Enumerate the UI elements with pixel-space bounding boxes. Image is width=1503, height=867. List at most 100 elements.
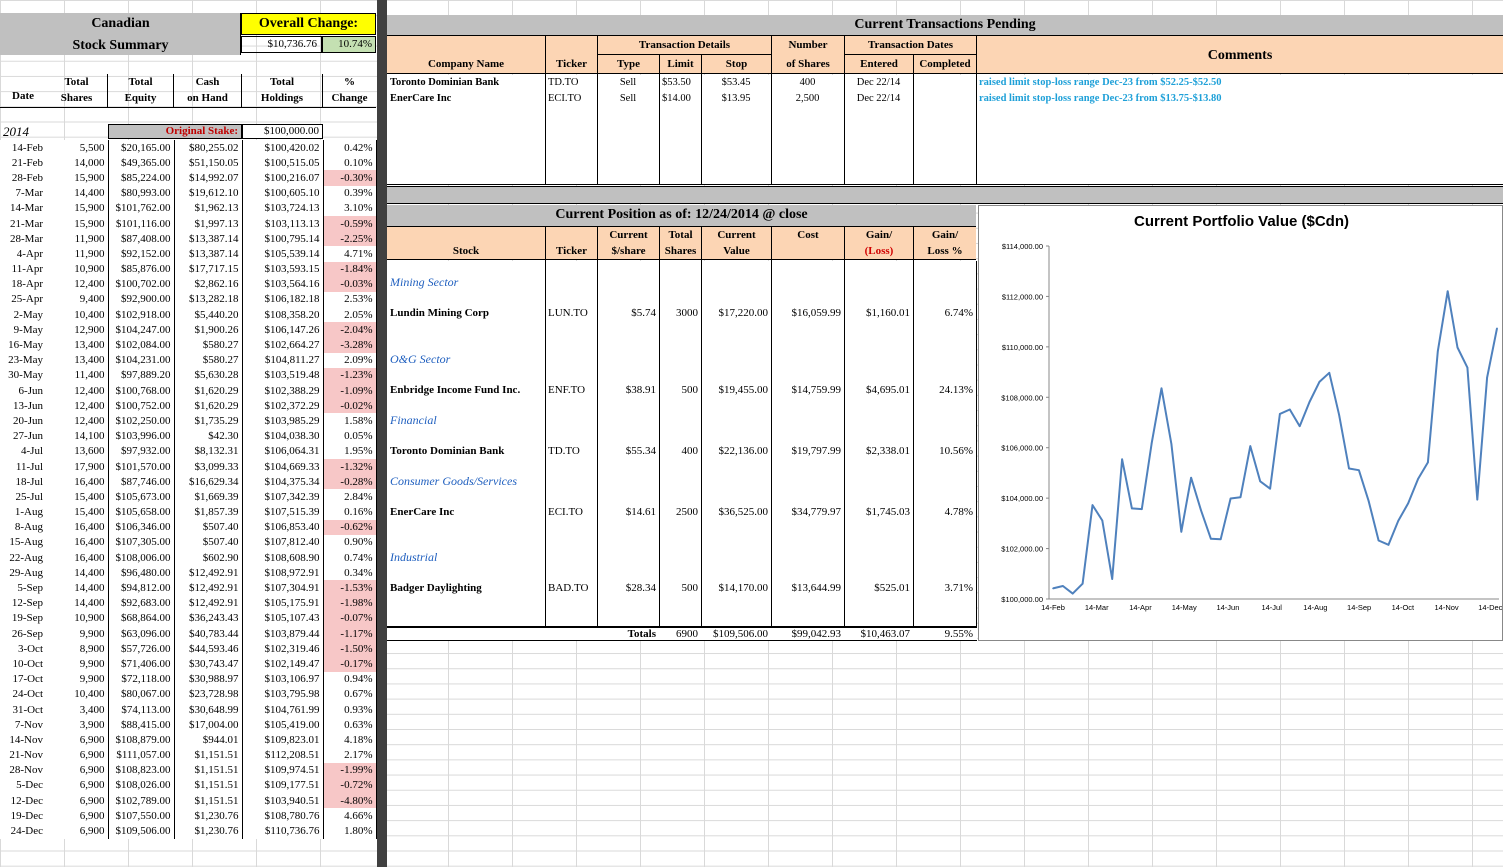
pending-comment: raised limit stop-loss range Dec-23 from…	[979, 77, 1222, 88]
position-body: Mining Sector Lundin Mining Corp LUN.TO $5.…	[387, 261, 977, 641]
position-stock: EnerCare Inc	[390, 506, 455, 518]
position-row[interactable]: EnerCare Inc ECI.TO $14.61 2500 $36,525.00 $3…	[387, 505, 976, 521]
row-pct-change: -4.80%	[323, 793, 377, 809]
row-cash: $580.27	[174, 337, 243, 353]
row-total-shares: 16,400	[46, 519, 109, 535]
summary-row: 23-May 13,400 $104,231.00 $580.27 $104,811.2…	[0, 352, 377, 368]
pending-header-row: Company Name Ticker Transaction Details …	[387, 35, 1503, 75]
row-total-shares: 10,400	[46, 686, 109, 702]
hdr-stop: Stop	[701, 55, 771, 75]
row-date: 4-Jul	[21, 445, 43, 458]
row-holdings: $107,342.39	[242, 489, 324, 505]
data-point	[1141, 508, 1143, 510]
row-holdings: $100,515.05	[242, 155, 324, 171]
row-total-shares: 10,900	[46, 610, 109, 626]
row-total-shares: 11,900	[46, 246, 109, 262]
row-total-shares: 17,900	[46, 458, 109, 475]
row-cash: $13,387.14	[174, 246, 243, 262]
row-total-shares: 14,400	[46, 185, 109, 201]
row-pct-change: -1.50%	[323, 641, 377, 657]
x-tick-label: 14-May	[1172, 603, 1197, 612]
row-holdings: $100,795.14	[242, 231, 324, 247]
row-pct-change: 2.53%	[323, 291, 377, 308]
row-cash: $51,150.05	[174, 155, 243, 171]
row-pct-change: 1.95%	[323, 443, 377, 459]
sector-label: Financial	[390, 413, 437, 427]
row-date: 4-Apr	[16, 247, 43, 260]
position-row[interactable]: Badger Daylighting BAD.TO $28.34 500 $14,170…	[387, 581, 976, 597]
position-row[interactable]: Enbridge Income Fund Inc. ENF.TO $38.91 500…	[387, 383, 976, 399]
hdr-gain: Gain/(Loss)	[844, 227, 913, 261]
x-tick-label: 14-Jun	[1216, 603, 1239, 612]
row-date: 19-Dec	[10, 809, 43, 822]
row-total-shares: 14,000	[46, 155, 109, 171]
row-pct-change: -3.28%	[323, 337, 377, 353]
row-cash: $3,099.33	[174, 458, 243, 475]
pending-row[interactable]: EnerCare Inc ECI.TO Sell $14.00 $13.95 2,500 D…	[387, 91, 1503, 107]
row-date: 24-Dec	[10, 825, 43, 838]
row-holdings: $100,420.02	[242, 140, 324, 156]
data-point	[1081, 582, 1084, 585]
summary-row: 27-Jun 14,100 $103,996.00 $42.30 $104,038.30…	[0, 428, 377, 444]
pending-row[interactable]: Toronto Dominian Bank TD.TO Sell $53.50 $53.…	[387, 75, 1503, 91]
position-shares: 3000	[676, 307, 698, 319]
summary-row: 4-Jul 13,600 $97,932.00 $8,132.31 $106,064.3…	[0, 443, 377, 459]
row-total-shares: 15,900	[46, 215, 109, 232]
summary-row: 28-Mar 11,900 $87,408.00 $13,387.14 $100,795…	[0, 231, 377, 247]
position-gain: $4,695.01	[866, 384, 910, 396]
row-date: 14-Mar	[10, 202, 43, 215]
summary-row: 12-Dec 6,900 $102,789.00 $1,151.51 $103,940.…	[0, 793, 377, 809]
row-cash: $8,132.31	[174, 443, 243, 459]
summary-row: 21-Feb 14,000 $49,365.00 $51,150.05 $100,515…	[0, 155, 377, 171]
row-pct-change: -1.98%	[323, 595, 377, 611]
row-cash: $1,997.13	[174, 215, 243, 232]
row-pct-change: 2.17%	[323, 747, 377, 763]
row-total-equity: $96,480.00	[108, 565, 175, 581]
row-total-equity: $101,762.00	[108, 200, 175, 216]
hdr-pct: % Change	[331, 76, 368, 104]
row-total-equity: $111,057.00	[108, 747, 175, 763]
row-holdings: $100,216.07	[242, 170, 324, 186]
summary-row: 21-Mar 15,900 $101,116.00 $1,997.13 $103,113…	[0, 215, 377, 232]
x-tick-label: 14-Mar	[1085, 603, 1109, 612]
row-total-shares: 15,900	[46, 200, 109, 216]
row-cash: $13,387.14	[174, 231, 243, 247]
row-date: 18-Jul	[15, 475, 44, 488]
row-date: 30-May	[8, 369, 43, 382]
chart-svg: $100,000.00 $102,000.00 $104,000.00 $106,00…	[1001, 242, 1502, 612]
row-total-shares: 9,900	[46, 626, 109, 642]
row-holdings: $103,724.13	[242, 200, 324, 216]
row-total-shares: 15,400	[46, 489, 109, 505]
row-total-shares: 12,400	[46, 413, 109, 429]
vertical-separator	[377, 0, 387, 867]
position-row[interactable]: Toronto Dominian Bank TD.TO $55.34 400 $22,1…	[387, 444, 976, 460]
row-total-equity: $92,152.00	[108, 246, 175, 262]
summary-row: 7-Nov 3,900 $88,415.00 $17,004.00 $105,419.0…	[0, 717, 377, 733]
row-cash: $1,857.39	[174, 504, 243, 520]
row-pct-change: -1.17%	[323, 626, 377, 642]
row-total-equity: $107,550.00	[108, 808, 175, 824]
row-pct-change: 0.34%	[323, 565, 377, 581]
row-holdings: $105,539.14	[242, 246, 324, 262]
row-total-equity: $102,084.00	[108, 337, 175, 353]
hdr-dates: Transaction Dates	[844, 36, 976, 55]
portfolio-chart[interactable]: Current Portfolio Value ($Cdn) $100,000.…	[978, 205, 1503, 641]
y-tick-label: $112,000.00	[1002, 292, 1043, 301]
position-gain: $2,338.01	[866, 445, 910, 457]
position-gain: $1,745.03	[866, 506, 910, 518]
row-total-equity: $100,752.00	[108, 398, 175, 414]
row-pct-change: 1.58%	[323, 413, 377, 429]
position-value: $14,170.00	[718, 582, 769, 594]
data-point	[1121, 458, 1123, 461]
row-date: 25-Jul	[15, 490, 44, 503]
summary-row: 25-Jul 15,400 $105,673.00 $1,669.39 $107,342…	[0, 489, 377, 505]
row-pct-change: -0.72%	[323, 777, 377, 794]
summary-row: 13-Jun 12,400 $100,752.00 $1,620.29 $102,372…	[0, 398, 377, 414]
row-holdings: $104,038.30	[242, 428, 324, 444]
row-cash: $30,743.47	[174, 656, 243, 672]
position-value: $17,220.00	[718, 307, 769, 319]
y-tick-label: $100,000.00	[1001, 595, 1043, 604]
row-cash: $80,255.02	[174, 140, 243, 156]
position-row[interactable]: Lundin Mining Corp LUN.TO $5.74 3000 $17,220…	[387, 306, 976, 322]
row-cash: $16,629.34	[174, 474, 243, 490]
